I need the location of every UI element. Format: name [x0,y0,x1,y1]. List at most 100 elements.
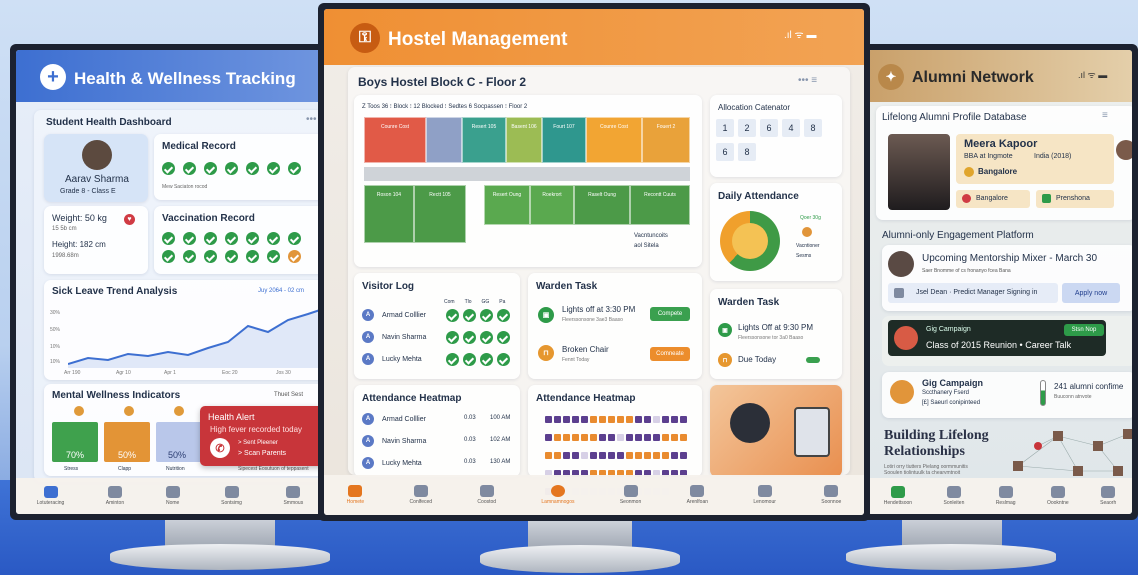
room[interactable]: Fouert 2 [642,117,690,163]
calendar-cell[interactable]: 1 [716,119,734,137]
room[interactable]: Fourt 107 [542,117,586,163]
student-grade: Grade 8 - Class E [60,188,116,195]
mentorship-mixer-card[interactable]: Upcoming Mentorship Mixer - March 30 Sae… [882,245,1132,311]
alert-action-2[interactable]: > Scan Parents [238,450,286,457]
daily-attendance-card[interactable]: Daily Attendance Qoer 30g Vacntioner Ses… [710,183,842,281]
alumni-profile-info[interactable]: Meera Kapoor BBA at Ingmote India (2018)… [956,134,1114,184]
heatmap-cell [644,452,651,459]
attendance-heatmap-card-2[interactable]: Attendance Heatmap [528,385,702,495]
nav-item-upload[interactable]: Lamnamnogos [541,485,574,505]
gig-banner: Gig Campaign Class of 2015 Reunion • Car… [888,320,1106,356]
heatmap-cell [554,416,561,423]
room[interactable]: Roson 104 [364,185,414,243]
visitor-row[interactable]: A Armad Colllier [362,309,426,321]
calendar-cell[interactable]: 2 [738,119,756,137]
calendar-cell[interactable]: 4 [782,119,800,137]
heatmap-cell [680,452,687,459]
mental-wellness-button[interactable]: Thuet Sest [274,392,303,398]
complete-button[interactable]: Compete [650,307,690,321]
heat-row[interactable]: A Navin Sharma [362,435,426,447]
stress-value: 70% [66,450,85,460]
tag-bangalore[interactable]: Bangalore [956,190,1030,208]
alumni-monitor: ✦ Alumni Network .ıl ᯤ ▬ Lifelong Alumni… [862,44,1138,520]
attendance-heatmap-card-1[interactable]: Attendance Heatmap A Armad Colllier 0.03 … [354,385,520,477]
nav-item-arenlfoan[interactable]: Arenlfoan [687,485,708,505]
allocation-calendar-card[interactable]: Allocation Catenator 1 2 6 4 8 6 8 [710,95,842,177]
student-profile-card[interactable]: Aarav Sharma Grade 8 - Class E [44,134,148,202]
health-alert-popup[interactable]: Health Alert High fever recorded today ✆… [200,406,324,466]
heatmap-cell [653,416,660,423]
nav-item-tracking[interactable]: Lotuteracing [37,486,64,506]
visitor-row[interactable]: A Lucky Mehta [362,353,422,365]
more-menu-icon[interactable]: ••• ≡ [798,75,817,86]
heat-row-time: 100 AM [490,415,511,421]
calendar-cell[interactable]: 8 [804,119,822,137]
nav-item-settings[interactable]: Sontsimg [221,486,242,506]
warden-task-card-2[interactable]: Warden Task ▣ Lights Off at 9:30 PM Flee… [710,289,842,379]
calendar-cell[interactable]: 8 [738,143,756,161]
room[interactable]: Rectt 105 [414,185,466,243]
heat1-title: Attendance Heatmap [362,393,462,404]
room[interactable]: Raselt Oung [574,185,630,225]
floor-plan-card[interactable]: Z Toos 36 ⁝ Block ⁝ 12 Blocked ⁝ Sedtes … [354,95,702,267]
sick-leave-card[interactable]: Sick Leave Trend Analysis Juy 2064 - 02 … [44,280,324,380]
health-screen: + Health & Wellness Tracking Student Hea… [16,50,324,514]
gig-campaign-card-2[interactable]: Gig Campaign Sccthanery Fserd [£] Saeurl… [882,372,1132,418]
vaccination-record-card[interactable]: Vaccination Record [154,206,324,274]
nav-item-calendar[interactable]: Sonleiten [944,486,964,506]
key-icon: ⚿ [350,23,380,53]
nav-item-search[interactable]: Smmous [283,486,303,506]
dashboard-title: Student Health Dashboard [46,117,172,128]
visitor-log-card[interactable]: Visitor Log Com Tlo GG Pa A Armad Colllier A… [354,273,520,379]
nav-item-home[interactable]: Nome [165,486,180,506]
visitor-row[interactable]: A Navin Sharma [362,331,426,343]
nav-item-confirmed[interactable]: Conlfeced [410,485,432,505]
nav-item-coostod[interactable]: Coostod [477,485,496,505]
nav-item-home[interactable]: Homete [347,485,364,505]
medical-cross-icon: + [40,64,66,90]
room[interactable]: Resert Oung [484,185,530,225]
phone-icon[interactable]: ✆ [210,438,230,458]
room[interactable]: Counre Cost [364,117,426,163]
medical-record-checks [162,162,309,180]
heatmap-cell [581,452,588,459]
room[interactable]: Counre Cost [586,117,642,163]
nav-item-search[interactable]: Soonnoe [821,485,841,505]
heat-row[interactable]: A Armad Colllier [362,413,426,425]
nav-item-lenomour[interactable]: Lenomour [753,485,776,505]
room[interactable]: Recontt Cuuts [630,185,690,225]
room[interactable]: Resert 105 [462,117,506,163]
tag-profession[interactable]: Prenshona [1036,190,1114,208]
calendar-cell[interactable]: 6 [760,119,778,137]
nav-item-home[interactable]: Hendettsoon [884,486,912,506]
apply-now-button[interactable]: Apply now [1062,283,1120,303]
sick-leave-line-chart [68,307,324,368]
db-title: Lifelong Alumni Profile Database [882,112,1027,123]
heat2-title: Attendance Heatmap [536,393,636,404]
vaccination-checks-row2 [162,250,309,268]
room[interactable] [426,117,462,163]
heat-row-time: 130 AM [490,459,511,465]
gig-campaign-card-1[interactable]: Gig Campaign Class of 2015 Reunion • Car… [882,316,1132,366]
list-menu-icon[interactable]: ≡ [1102,110,1108,121]
nav-item-search[interactable]: Seaorh [1100,486,1116,506]
heatmap-cell [545,434,552,441]
nav-item-network[interactable]: Reslmag [996,486,1016,506]
room[interactable]: Basent 106 [506,117,542,163]
heatmap-cell [590,452,597,459]
medical-record-card[interactable]: Medical Record Mew Saciaton rocod [154,134,324,200]
nav-item-messages[interactable]: Oookntne [1047,486,1069,506]
visitor-row-checks [446,331,514,349]
gig1-button[interactable]: Stsn Nop [1064,324,1104,336]
ytick: 50% [50,327,61,333]
room[interactable]: Roekrort [530,185,574,225]
warden-task-card-1[interactable]: Warden Task ▣ Lights off at 3:30 PM Flee… [528,273,702,379]
nav-item-aminton[interactable]: Aminton [106,486,124,506]
calendar-cell[interactable]: 6 [716,143,734,161]
nav-item-seonmon[interactable]: Seonmon [620,485,641,505]
complete-button[interactable]: Comneate [650,347,690,361]
heat-row[interactable]: A Lucky Mehta [362,457,422,469]
alert-action-1[interactable]: > Sent Pleener [238,440,278,446]
height-value: Height: 182 cm [52,240,106,249]
more-menu-icon[interactable]: ••• [306,114,317,125]
